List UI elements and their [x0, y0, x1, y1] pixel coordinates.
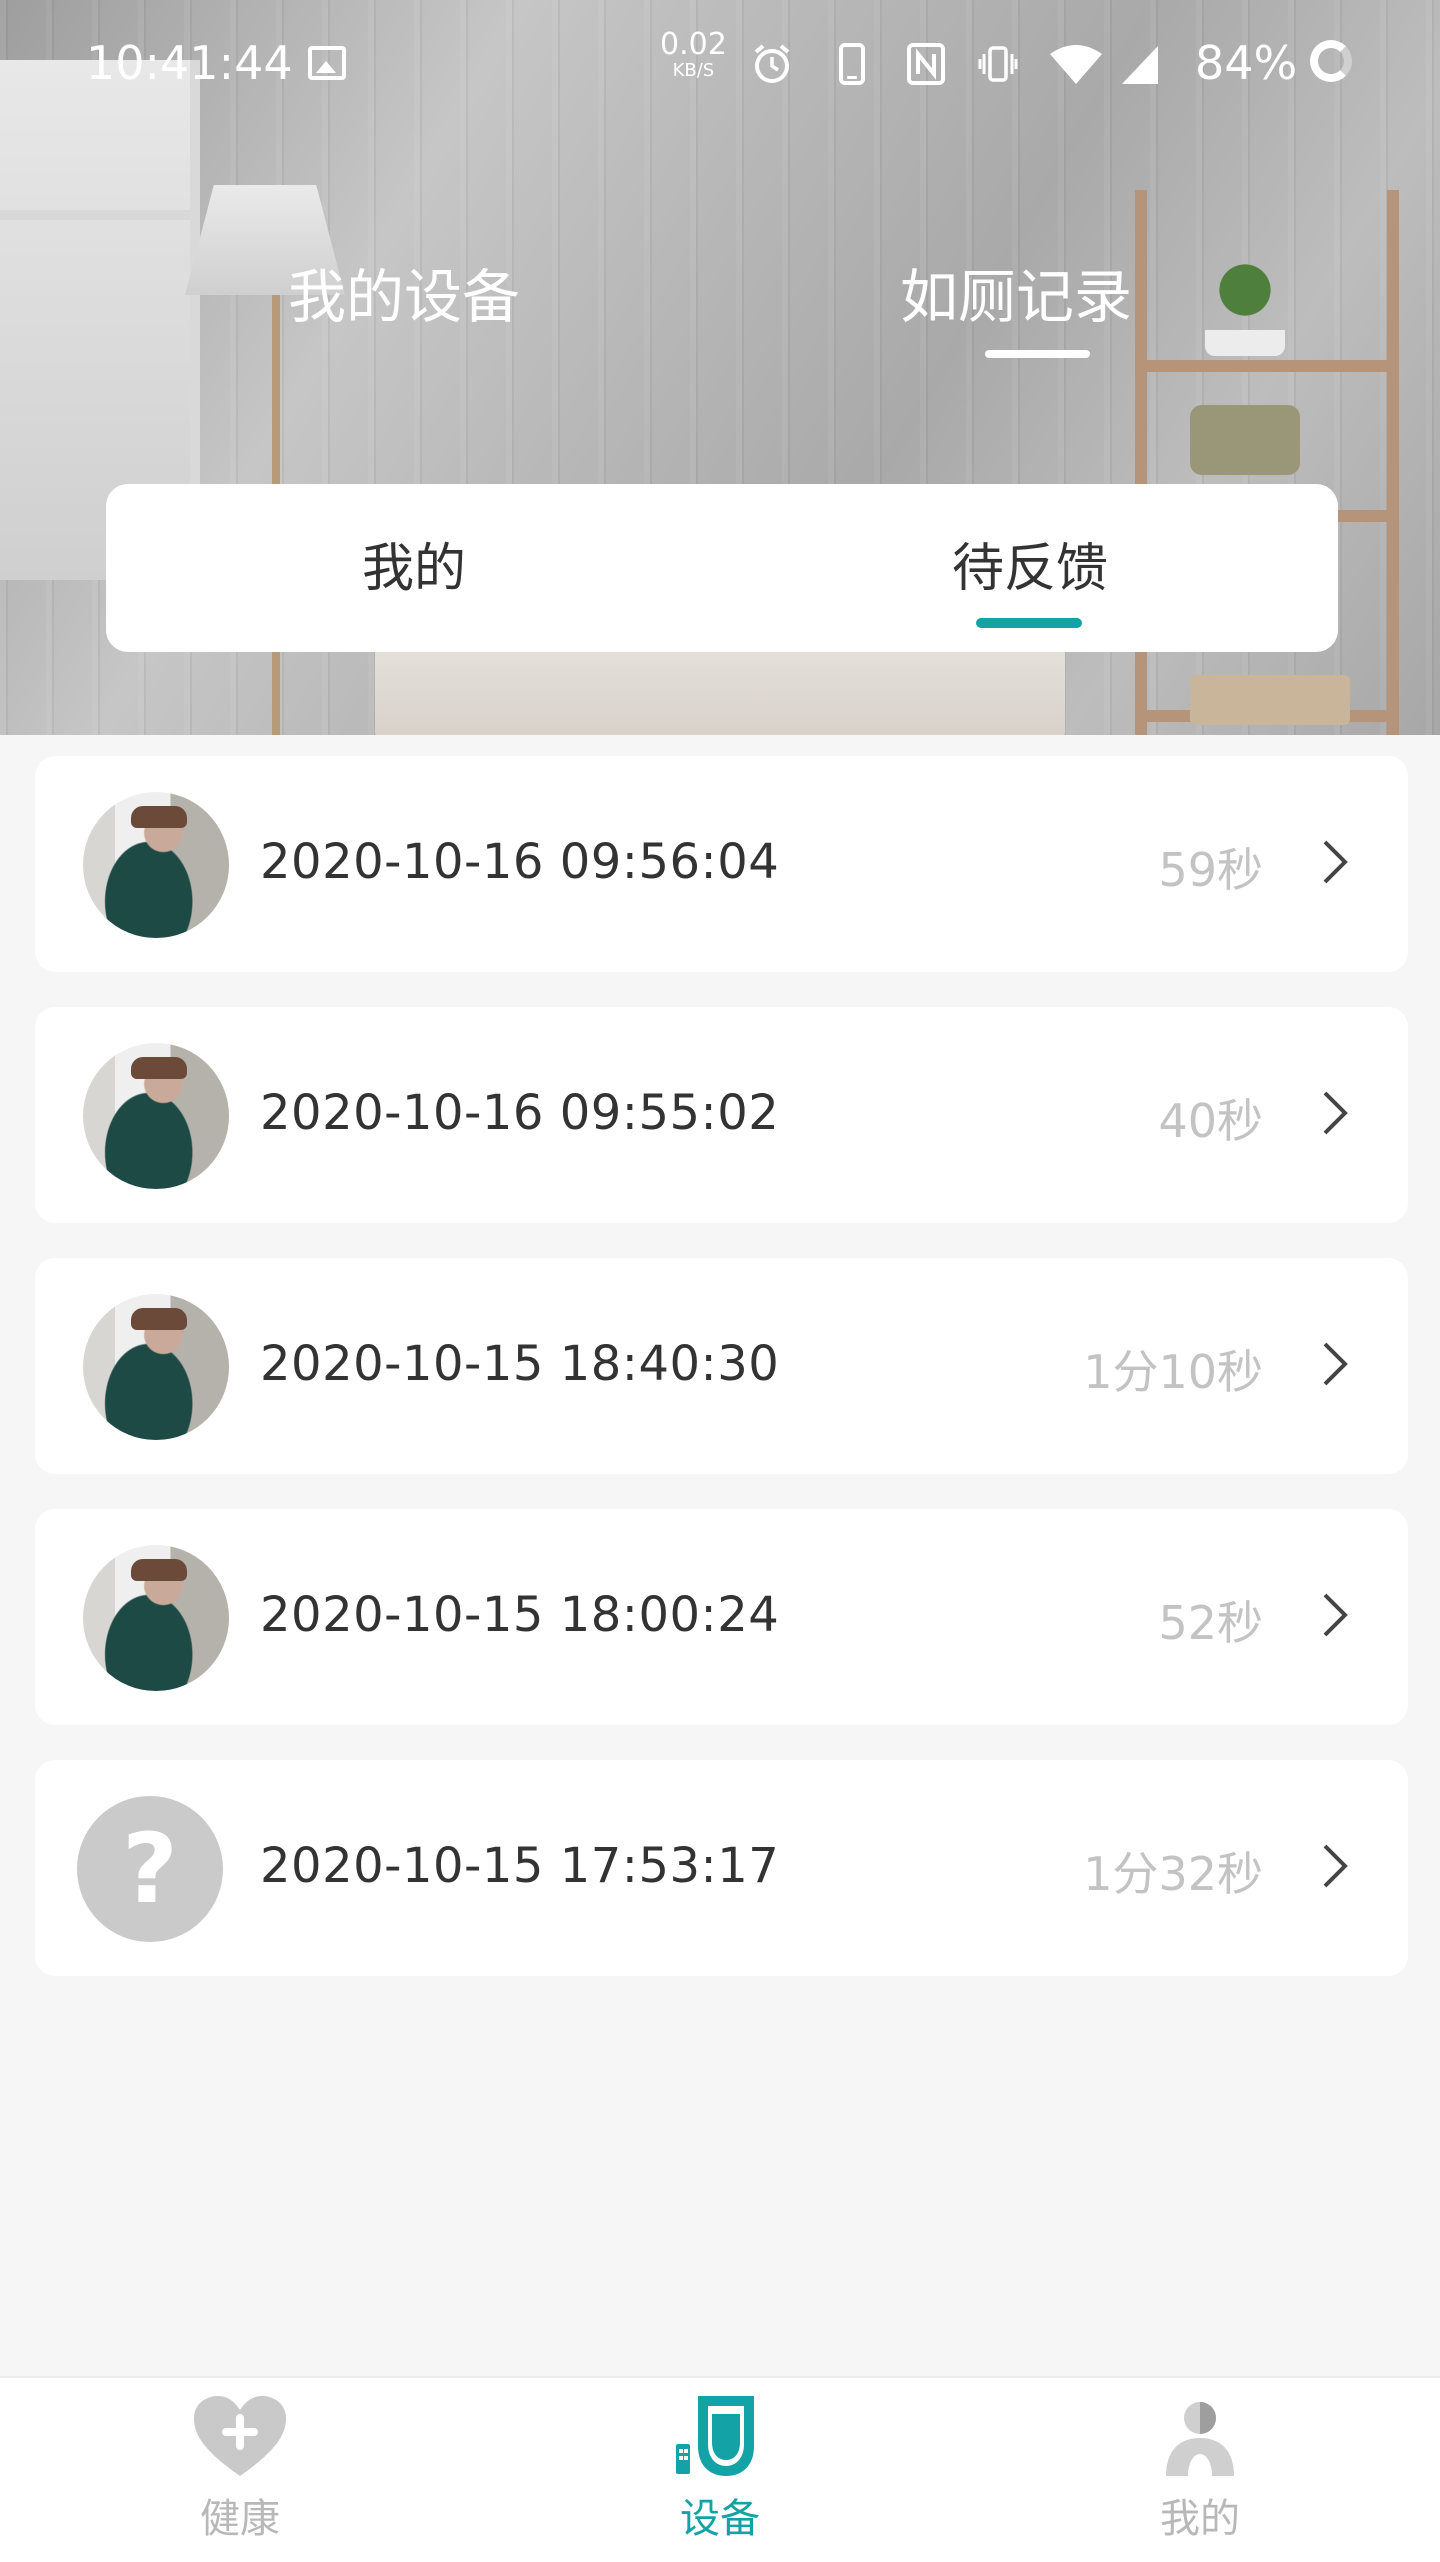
nav-device[interactable]: 设备	[620, 2378, 820, 2562]
record-duration: 40秒	[1158, 1094, 1263, 1148]
basket-decoration	[1190, 675, 1350, 725]
chevron-right-icon	[1323, 1342, 1348, 1386]
pot-decoration	[1205, 330, 1285, 356]
record-duration: 1分32秒	[1083, 1847, 1263, 1901]
avatar	[83, 792, 229, 938]
signal-icon	[1122, 46, 1158, 84]
nfc-icon	[907, 43, 945, 85]
record-duration: 1分10秒	[1083, 1345, 1263, 1399]
segment-mine[interactable]: 我的	[362, 526, 466, 601]
image-icon	[308, 46, 346, 80]
segment-switch: 我的 待反馈	[106, 484, 1338, 652]
tab-my-devices[interactable]: 我的设备	[288, 250, 520, 334]
battery-percent: 84%	[1195, 36, 1298, 90]
alarm-icon	[754, 44, 790, 83]
record-list: 2020-10-16 09:56:04 59秒 2020-10-16 09:55…	[35, 756, 1408, 2011]
record-datetime: 2020-10-16 09:56:04	[260, 834, 780, 890]
record-datetime: 2020-10-16 09:55:02	[260, 1085, 780, 1141]
battery-ring-icon	[1310, 40, 1352, 82]
chevron-right-icon	[1323, 1844, 1348, 1888]
nav-device-label: 设备	[680, 2496, 760, 2542]
list-item[interactable]: ? 2020-10-15 17:53:17 1分32秒	[35, 1760, 1408, 1976]
phone-icon	[839, 43, 865, 85]
avatar	[83, 1043, 229, 1189]
heart-plus-icon	[194, 2396, 286, 2476]
status-time: 10:41:44	[86, 36, 293, 90]
net-speed: 0.02 KB/S	[660, 30, 727, 84]
segment-active-indicator	[976, 618, 1082, 628]
chevron-right-icon	[1323, 1593, 1348, 1637]
status-bar: 10:41:44 0.02 KB/S 84%	[0, 0, 1440, 128]
list-item[interactable]: 2020-10-15 18:00:24 52秒	[35, 1509, 1408, 1725]
segment-pending-feedback[interactable]: 待反馈	[952, 526, 1108, 601]
nav-health-label: 健康	[200, 2496, 280, 2542]
nav-mine-label: 我的	[1160, 2496, 1240, 2542]
avatar	[83, 1294, 229, 1440]
nav-mine[interactable]: 我的	[1100, 2378, 1300, 2562]
list-item[interactable]: 2020-10-15 18:40:30 1分10秒	[35, 1258, 1408, 1474]
record-datetime: 2020-10-15 18:00:24	[260, 1587, 780, 1643]
tab-toilet-records[interactable]: 如厕记录	[900, 250, 1132, 334]
toilet-icon	[676, 2396, 754, 2476]
sofa-decoration	[375, 640, 1065, 735]
chevron-right-icon	[1323, 840, 1348, 884]
radio-decoration	[1190, 405, 1300, 475]
vibrate-icon	[978, 46, 1018, 82]
record-duration: 52秒	[1158, 1596, 1263, 1650]
list-item[interactable]: 2020-10-16 09:56:04 59秒	[35, 756, 1408, 972]
net-speed-value: 0.02	[660, 27, 727, 62]
wifi-icon	[1050, 45, 1102, 84]
bottom-navigation: 健康 设备 我的	[0, 2376, 1440, 2562]
list-item[interactable]: 2020-10-16 09:55:02 40秒	[35, 1007, 1408, 1223]
record-duration: 59秒	[1158, 843, 1263, 897]
chevron-right-icon	[1323, 1091, 1348, 1135]
record-datetime: 2020-10-15 17:53:17	[260, 1838, 780, 1894]
unknown-user-icon: ?	[77, 1796, 223, 1942]
record-datetime: 2020-10-15 18:40:30	[260, 1336, 780, 1392]
tab-active-indicator	[985, 350, 1090, 358]
avatar	[83, 1545, 229, 1691]
user-icon	[1166, 2402, 1234, 2476]
nav-health[interactable]: 健康	[140, 2378, 340, 2562]
